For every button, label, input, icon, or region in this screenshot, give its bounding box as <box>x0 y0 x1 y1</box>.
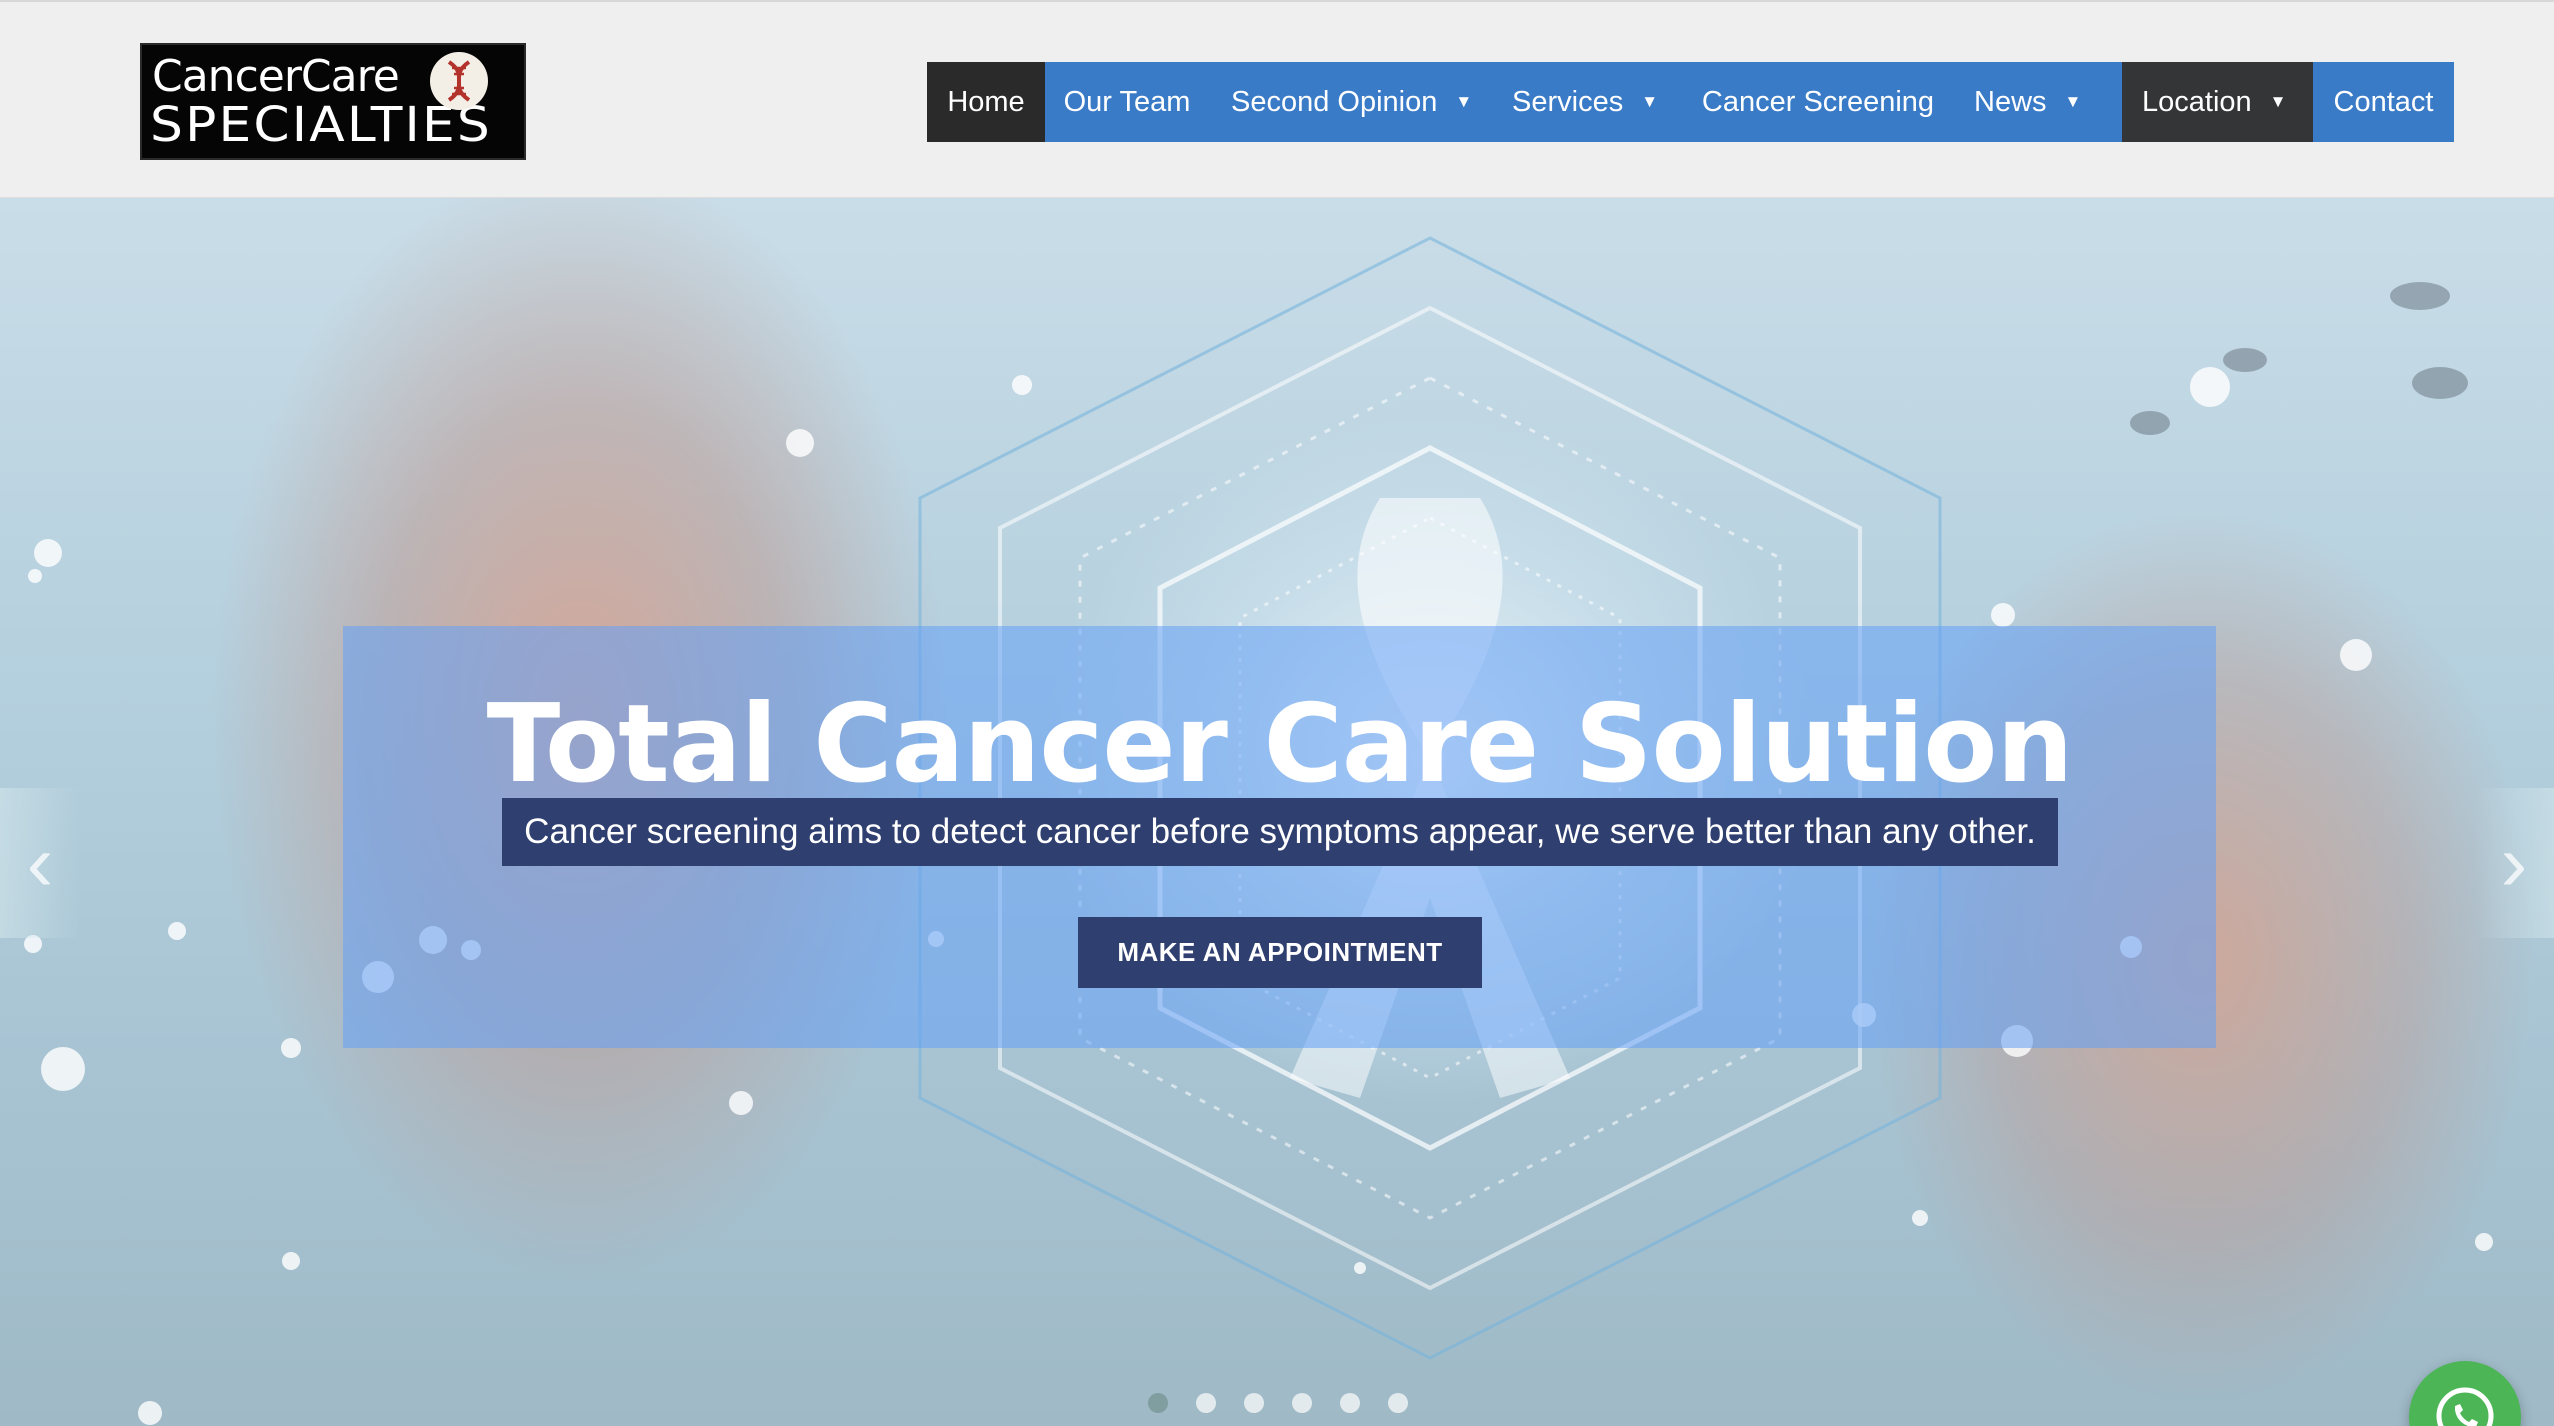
nav-label: Cancer Screening <box>1701 85 1935 118</box>
hero-title: Total Cancer Care Solution <box>486 682 2074 807</box>
main-nav: Home Our Team Second Opinion ▼ Services … <box>927 62 2454 142</box>
hero-slider: ‹ › Total Cancer Care Solution Cancer sc… <box>0 198 2554 1426</box>
nav-label: Location <box>2142 85 2252 118</box>
make-appointment-button[interactable]: MAKE AN APPOINTMENT <box>1078 917 1482 988</box>
slider-next-button[interactable]: › <box>2474 788 2554 938</box>
site-logo[interactable]: CancerCare SPECIALTIES <box>140 43 526 160</box>
dna-icon <box>430 52 488 110</box>
nav-label: Home <box>947 85 1025 118</box>
chevron-down-icon: ▼ <box>1455 92 1473 111</box>
nav-item-location[interactable]: Location ▼ <box>2122 62 2313 142</box>
nav-label: News <box>1974 85 2047 118</box>
site-header: CancerCare SPECIALTIES Home Our Team Sec… <box>0 0 2554 198</box>
nav-label: Services <box>1512 85 1624 118</box>
nav-label: Contact <box>2333 85 2434 118</box>
chevron-right-icon: › <box>2500 818 2528 907</box>
nav-item-second-opinion[interactable]: Second Opinion ▼ <box>1209 62 1492 142</box>
nav-item-cancer-screening[interactable]: Cancer Screening <box>1682 62 1954 142</box>
nav-item-news[interactable]: News ▼ <box>1954 62 2122 142</box>
nav-item-our-team[interactable]: Our Team <box>1045 62 1209 142</box>
slider-dot[interactable] <box>1292 1393 1312 1413</box>
chevron-down-icon: ▼ <box>1641 92 1659 111</box>
chevron-down-icon: ▼ <box>2064 92 2082 111</box>
logo-line-1: CancerCare <box>152 51 400 102</box>
slider-dot[interactable] <box>1244 1393 1264 1413</box>
whatsapp-icon <box>2436 1387 2494 1426</box>
slider-prev-button[interactable]: ‹ <box>0 788 80 938</box>
slider-dot[interactable] <box>1340 1393 1360 1413</box>
chevron-left-icon: ‹ <box>26 818 54 907</box>
nav-label: Our Team <box>1063 85 1191 118</box>
slider-dot[interactable] <box>1196 1393 1216 1413</box>
nav-item-contact[interactable]: Contact <box>2313 62 2454 142</box>
slider-dot[interactable] <box>1148 1393 1168 1413</box>
nav-item-home[interactable]: Home <box>927 62 1045 142</box>
nav-item-services[interactable]: Services ▼ <box>1492 62 1682 142</box>
nav-label: Second Opinion <box>1231 85 1438 118</box>
slider-dot[interactable] <box>1388 1393 1408 1413</box>
hero-caption-box: Total Cancer Care Solution Cancer screen… <box>343 626 2216 1048</box>
slider-pagination <box>1148 1393 1408 1413</box>
chevron-down-icon: ▼ <box>2269 92 2287 111</box>
hero-subtitle: Cancer screening aims to detect cancer b… <box>502 798 2058 866</box>
